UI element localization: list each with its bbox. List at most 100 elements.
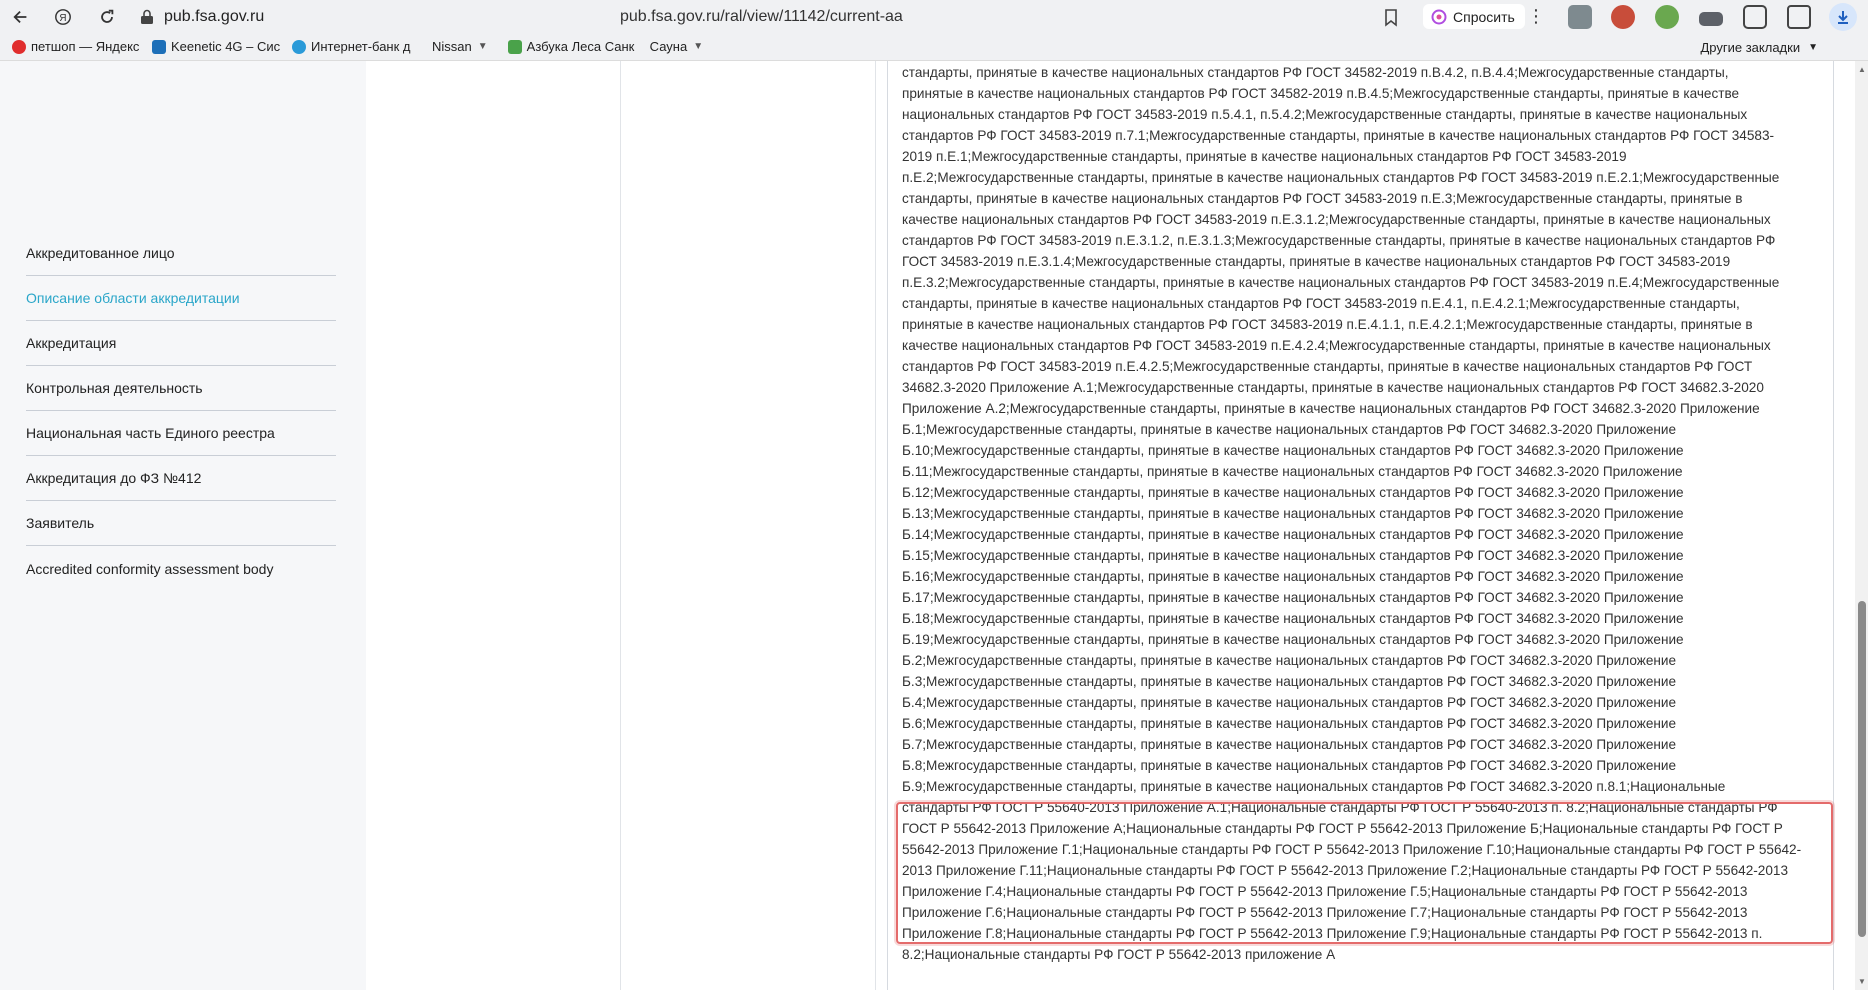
- extension-frog-icon[interactable]: [1655, 5, 1679, 29]
- scope-text-line: Б.1;Межгосударственные стандарты, принят…: [902, 422, 1677, 437]
- scrollbar[interactable]: ▲ ▼: [1855, 61, 1868, 990]
- reload-icon: [101, 9, 114, 23]
- reload-button[interactable]: [90, 0, 124, 33]
- scope-text-line: Приложение Г.6;Национальные стандарты РФ…: [902, 905, 1748, 920]
- ask-button[interactable]: Спросить: [1423, 4, 1525, 29]
- sidebar-item-accreditation-before-412[interactable]: Аккредитация до ФЗ №412: [26, 456, 336, 501]
- bookmark-folder-sauna[interactable]: Сауна ▼: [644, 35, 709, 59]
- scope-text-line: стандартов РФ ГОСТ 34583-2019 п.Е.3.1.2,…: [902, 233, 1776, 248]
- sidebar-item-national-registry[interactable]: Национальная часть Единого реестра: [26, 411, 336, 456]
- bank-icon: [292, 39, 306, 54]
- scroll-up-arrow-icon[interactable]: ▲: [1858, 65, 1866, 74]
- other-bookmarks[interactable]: Другие закладки ▼: [1700, 33, 1818, 61]
- sidebar-menu: Аккредитованное лицо Описание области ак…: [26, 231, 336, 591]
- scope-text-line: Б.14;Межгосударственные стандарты, приня…: [902, 527, 1684, 542]
- bookmark-bank[interactable]: Интернет-банк д: [286, 35, 422, 59]
- downloads-button[interactable]: [1829, 3, 1857, 31]
- scope-text-line: ГОСТ Р 55642-2013 Приложение А;Националь…: [902, 821, 1783, 836]
- scope-text-line: Б.17;Межгосударственные стандарты, приня…: [902, 590, 1684, 605]
- scope-text-line: 34682.3-2020 Приложение А.1;Межгосударст…: [902, 380, 1764, 395]
- scope-text-line: Б.8;Межгосударственные стандарты, принят…: [902, 758, 1677, 773]
- more-menu-icon[interactable]: ⋮: [1527, 6, 1545, 28]
- tree-icon: [507, 39, 522, 54]
- sidebar-item-applicant[interactable]: Заявитель: [26, 501, 336, 546]
- scope-text-line: ГОСТ 34583-2019 п.Е.3.1.4;Межгосударстве…: [902, 254, 1731, 269]
- chevron-down-icon: ▼: [1808, 41, 1818, 53]
- scope-text-line: 55642-2013 Приложение Г.1;Национальные с…: [902, 842, 1802, 857]
- yandex-logo-icon: Я: [55, 8, 71, 25]
- extensions-puzzle-icon[interactable]: [1743, 5, 1767, 29]
- browser-toolbar: Я pub.fsa.gov.ru pub.fsa.gov.ru/ral/view…: [0, 0, 1868, 33]
- scope-text-line: Б.2;Межгосударственные стандарты, принят…: [902, 653, 1677, 668]
- bookmark-petshop[interactable]: петшоп — Яндекс: [6, 35, 146, 59]
- site-identity[interactable]: pub.fsa.gov.ru: [140, 0, 264, 33]
- address-bar[interactable]: pub.fsa.gov.ru/ral/view/11142/current-aa: [620, 0, 903, 33]
- extension-hat-icon[interactable]: [1699, 12, 1723, 26]
- extension-character-icon[interactable]: [1611, 5, 1635, 29]
- scope-text-line: Б.10;Межгосударственные стандарты, приня…: [902, 443, 1684, 458]
- yandex-home-button[interactable]: Я: [46, 0, 80, 33]
- scope-text-line: п.Е.2;Межгосударственные стандарты, прин…: [902, 170, 1780, 185]
- scope-text-line: стандартов РФ ГОСТ 34583-2019 п.Е.4.2.5;…: [902, 359, 1753, 374]
- scope-text-line: Б.11;Межгосударственные стандарты, приня…: [902, 464, 1683, 479]
- keenetic-icon: [152, 39, 166, 54]
- bookmark-label: Keenetic 4G – Сис: [171, 39, 281, 54]
- scope-text-line: национальных стандартов РФ ГОСТ 34583-20…: [902, 107, 1748, 122]
- scope-text-line: Б.6;Межгосударственные стандарты, принят…: [902, 716, 1677, 731]
- scope-text-line: 2013 Приложение Г.11;Национальные станда…: [902, 863, 1789, 878]
- bookmark-keenetic[interactable]: Keenetic 4G – Сис: [146, 35, 286, 59]
- sidebar-item-control-activity[interactable]: Контрольная деятельность: [26, 366, 336, 411]
- page-content: Аккредитованное лицо Описание области ак…: [0, 61, 1855, 990]
- scope-text-line: стандарты РФ ГОСТ Р 55640-2013 Приложени…: [902, 800, 1778, 815]
- sidebar-item-scope-description[interactable]: Описание области аккредитации: [26, 276, 336, 321]
- scope-text-line: принятые в качестве национальных стандар…: [902, 317, 1753, 332]
- scope-text-line: Б.4;Межгосударственные стандарты, принят…: [902, 695, 1677, 710]
- yandex-icon: [12, 39, 26, 54]
- back-button[interactable]: [4, 0, 38, 33]
- column-divider: [875, 61, 876, 990]
- bookmark-icon[interactable]: [1381, 7, 1401, 27]
- scope-text-line: стандарты, принятые в качестве националь…: [902, 296, 1740, 311]
- arrow-left-icon: [13, 10, 27, 23]
- scope-text-line: Б.9;Межгосударственные стандарты, принят…: [902, 779, 1726, 794]
- bookmark-label: петшоп — Яндекс: [31, 39, 140, 54]
- scope-text-line: Б.19;Межгосударственные стандарты, приня…: [902, 632, 1684, 647]
- scope-text-line: Б.7;Межгосударственные стандарты, принят…: [902, 737, 1677, 752]
- scope-text-line: стандарты, принятые в качестве националь…: [902, 191, 1743, 206]
- ask-button-label: Спросить: [1453, 8, 1515, 25]
- sidebar-item-accredited-person[interactable]: Аккредитованное лицо: [26, 231, 336, 276]
- download-icon: [1838, 11, 1848, 24]
- scope-text-line: Б.18;Межгосударственные стандарты, приня…: [902, 611, 1684, 626]
- bookmark-folder-nissan[interactable]: Nissan ▼: [426, 35, 494, 59]
- scope-text-line: Б.12;Межгосударственные стандарты, приня…: [902, 485, 1684, 500]
- bookmark-label: Азбука Леса Санк: [526, 39, 635, 54]
- scope-text-line: принятые в качестве национальных стандар…: [902, 86, 1740, 101]
- scroll-down-arrow-icon[interactable]: ▼: [1858, 977, 1866, 986]
- scope-text-line: 2019 п.Е.1;Межгосударственные стандарты,…: [902, 149, 1627, 164]
- sidebar-item-accreditation[interactable]: Аккредитация: [26, 321, 336, 366]
- scope-text-line: Приложение А.2;Межгосударственные станда…: [902, 401, 1760, 416]
- bookmark-label: Nissan: [432, 39, 472, 54]
- lock-icon: [141, 9, 153, 24]
- scope-text: стандарты, принятые в качестве националь…: [902, 62, 1827, 965]
- bookmarks-bar: петшоп — Яндекс Keenetic 4G – Сис Интерн…: [0, 33, 1868, 61]
- alice-spark-icon: [1431, 9, 1447, 24]
- svg-text:Я: Я: [59, 13, 66, 24]
- scope-text-line: Приложение Г.8;Национальные стандарты РФ…: [902, 926, 1763, 941]
- scrollbar-thumb[interactable]: [1858, 601, 1866, 937]
- scope-text-line: качестве национальных стандартов РФ ГОСТ…: [902, 338, 1771, 353]
- scope-text-line: качестве национальных стандартов РФ ГОСТ…: [902, 212, 1771, 227]
- scope-text-line: Б.15;Межгосударственные стандарты, приня…: [902, 548, 1684, 563]
- bookmark-label: Сауна: [649, 39, 688, 54]
- sidebar: Аккредитованное лицо Описание области ак…: [0, 61, 366, 990]
- scope-text-line: п.Е.3.2;Межгосударственные стандарты, пр…: [902, 275, 1780, 290]
- other-bookmarks-label: Другие закладки: [1700, 39, 1801, 55]
- sidebar-panel-icon[interactable]: [1787, 5, 1811, 29]
- sidebar-item-accredited-body[interactable]: Accredited conformity assessment body: [26, 546, 336, 591]
- scope-text-line: Приложение Г.4;Национальные стандарты РФ…: [902, 884, 1748, 899]
- scope-text-line: 8.2;Национальные стандарты РФ ГОСТ Р 556…: [902, 947, 1336, 962]
- scope-text-line: Б.16;Межгосударственные стандарты, приня…: [902, 569, 1684, 584]
- bookmark-azbuka[interactable]: Азбука Леса Санк: [502, 35, 644, 59]
- scope-text-line: стандарты, принятые в качестве националь…: [902, 65, 1729, 80]
- extension-shield-icon[interactable]: [1568, 5, 1592, 29]
